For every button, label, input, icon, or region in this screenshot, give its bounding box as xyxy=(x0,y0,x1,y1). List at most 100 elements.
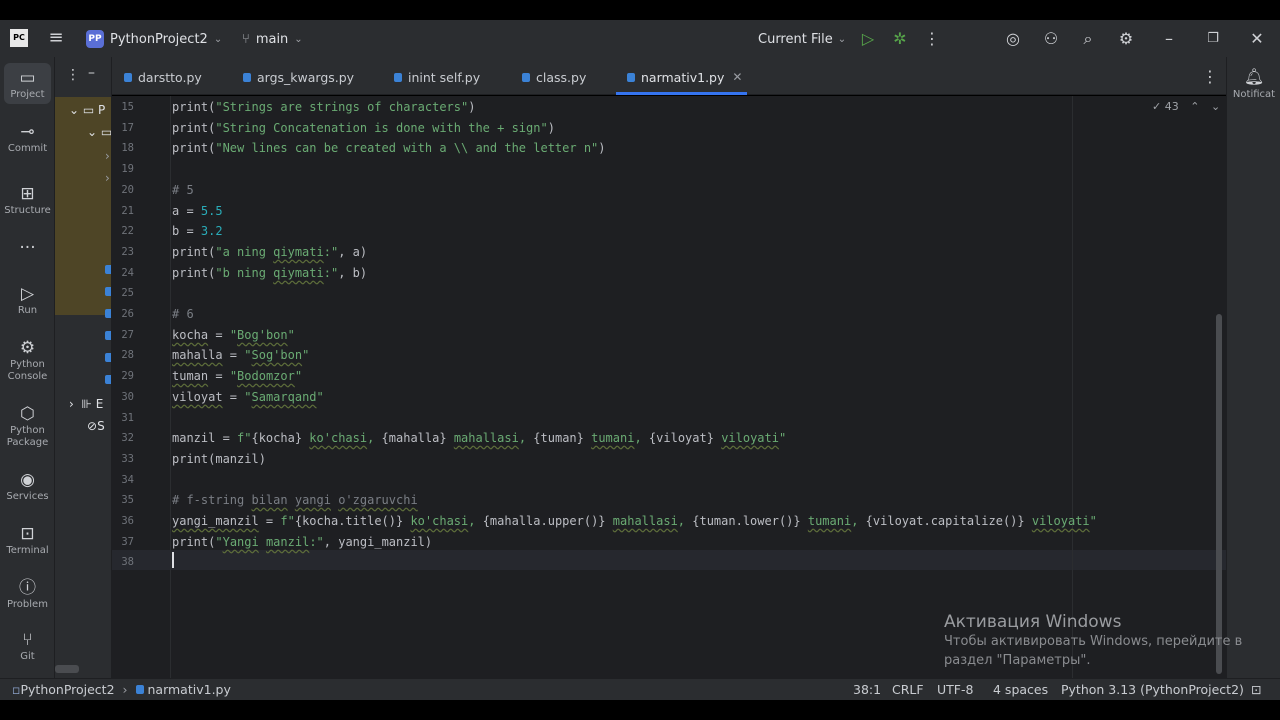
tool-label: Python Console xyxy=(7,359,48,382)
more-actions-icon[interactable]: ⋮ xyxy=(921,28,943,50)
branch-switcher[interactable]: ⑂ main ⌄ xyxy=(242,28,303,50)
code-line: # 5 xyxy=(172,180,194,200)
tree-file[interactable] xyxy=(105,263,111,277)
tool-python-package[interactable]: ⬡ Python Package xyxy=(0,403,55,449)
tool-terminal[interactable]: ⊡ Terminal xyxy=(0,523,55,556)
tree-chevron[interactable]: › xyxy=(105,171,110,185)
chevron-up-icon[interactable]: ⌃ xyxy=(1190,100,1199,113)
tool-commit[interactable]: ⊸ Commit xyxy=(0,121,55,154)
tree-file[interactable] xyxy=(105,329,111,343)
code-line: mahalla = "Sog'bon" xyxy=(172,345,309,365)
python-file-icon xyxy=(105,287,111,296)
watermark-line2: раздел "Параметры". xyxy=(944,653,1091,668)
tool-git[interactable]: ⑂ Git xyxy=(0,629,55,662)
run-config-selector[interactable]: Current File ⌄ xyxy=(758,28,846,50)
code-token: ko'chasi xyxy=(309,431,368,445)
tab-inint-self[interactable]: inint self.py xyxy=(394,67,480,87)
breadcrumb-file[interactable]: narmativ1.py xyxy=(148,682,231,697)
tab-options-icon[interactable]: ⋮ xyxy=(1202,67,1218,86)
code-editor[interactable]: 15 17 18 19 20 21 22 23 24 25 26 27 28 29 30 31 32 33 34 35… xyxy=(112,96,1226,678)
search-icon[interactable]: ⌕ xyxy=(1077,28,1099,50)
code-token: , yangi_manzil) xyxy=(323,535,433,549)
line-number: 32 xyxy=(121,432,134,444)
options-icon[interactable]: ⋮ xyxy=(66,67,80,83)
tab-narmativ1[interactable]: narmativ1.py ✕ xyxy=(627,67,742,87)
project-panel: ⌄ ▭ P ⌄ ▭ D › › › ⊪ E ⊘S xyxy=(55,57,112,678)
minimize-icon[interactable]: – xyxy=(1158,28,1180,50)
close-icon[interactable]: ✕ xyxy=(1246,28,1268,50)
debug-icon[interactable]: ✲ xyxy=(889,28,911,50)
inspection-widget[interactable]: ✓ 43 ⌃ ⌄ xyxy=(1152,100,1220,113)
code-token: Sog'bon xyxy=(251,348,303,362)
python-file-icon xyxy=(105,265,111,274)
status-bar: ▫PythonProject2 › narmativ1.py 38:1 CRLF… xyxy=(0,678,1280,700)
python-interpreter[interactable]: Python 3.13 (PythonProject2) xyxy=(1061,682,1244,697)
horizontal-scrollbar[interactable] xyxy=(55,665,79,673)
main-menu-icon[interactable]: ≡ xyxy=(46,28,66,48)
tool-run[interactable]: ▷ Run xyxy=(0,283,55,316)
git-icon: ⑂ xyxy=(22,630,33,650)
tree-file[interactable] xyxy=(105,351,111,365)
code-line: # 6 xyxy=(172,304,194,324)
tree-row-external[interactable]: › ⊪ E xyxy=(69,397,103,411)
project-badge: PP xyxy=(86,30,104,48)
breadcrumb-project[interactable]: PythonProject2 xyxy=(20,682,114,697)
code-token: tumani xyxy=(807,514,852,528)
code-token: print(manzil) xyxy=(172,452,266,466)
tree-file[interactable] xyxy=(105,307,111,321)
tool-problems[interactable]: ⓘ Problem xyxy=(0,577,55,610)
tab-label: inint self.py xyxy=(408,69,481,85)
code-token: " xyxy=(244,390,252,404)
chevron-down-icon: ⌄ xyxy=(213,33,223,45)
tool-python-console[interactable]: ⚙ Python Console xyxy=(0,337,55,383)
code-token: , xyxy=(634,431,649,445)
git-branch-icon: ⑂ xyxy=(242,31,250,47)
tree-chevron[interactable]: › xyxy=(105,149,110,163)
tree-row-project[interactable]: ⌄ ▭ P xyxy=(69,103,105,117)
tool-services[interactable]: ◉ Services xyxy=(0,469,55,502)
more-tools[interactable]: ··· xyxy=(0,237,55,259)
collapse-icon[interactable]: – xyxy=(88,65,95,81)
tool-structure[interactable]: ⊞ Structure xyxy=(0,183,55,216)
notifications-button[interactable]: 🔔︎ Notificat xyxy=(1227,67,1280,100)
close-tab-icon[interactable]: ✕ xyxy=(732,70,742,84)
ai-assistant-icon[interactable]: ◎ xyxy=(1002,28,1024,50)
code-token: {kocha.title()} xyxy=(294,514,404,528)
tab-class[interactable]: class.py xyxy=(522,67,586,87)
file-encoding[interactable]: UTF-8 xyxy=(937,682,973,697)
code-token: a = xyxy=(172,204,201,218)
chevron-down-icon[interactable]: ⌄ xyxy=(1211,100,1220,113)
python-console-icon: ⚙ xyxy=(19,338,36,358)
line-number: 37 xyxy=(121,536,134,548)
add-user-icon[interactable]: ⚇ xyxy=(1040,28,1062,50)
caret-position[interactable]: 38:1 xyxy=(853,682,881,697)
right-tool-strip: 🔔︎ Notificat xyxy=(1226,57,1280,678)
tool-project[interactable]: ▭ Project xyxy=(4,63,51,104)
tree-row-dir[interactable]: ⌄ ▭ D xyxy=(87,125,111,139)
restore-icon[interactable]: ❐ xyxy=(1202,28,1224,50)
tab-darstto[interactable]: darstto.py xyxy=(124,67,202,87)
lock-icon[interactable]: ⊡ xyxy=(1251,682,1261,697)
tree-file[interactable] xyxy=(105,373,111,387)
code-token: mahallasi xyxy=(453,431,519,445)
tree-label: P xyxy=(98,103,106,117)
run-icon[interactable]: ▷ xyxy=(857,28,879,50)
code-token: {tuman.lower()} xyxy=(692,514,801,528)
watermark-line1: Чтобы активировать Windows, перейдите в xyxy=(944,634,1243,649)
line-number: 15 xyxy=(121,101,134,113)
indent-setting[interactable]: 4 spaces xyxy=(993,682,1048,697)
code-token: = xyxy=(208,369,230,383)
line-number: 26 xyxy=(121,308,134,320)
line-separator[interactable]: CRLF xyxy=(892,682,924,697)
tab-args-kwargs[interactable]: args_kwargs.py xyxy=(243,67,354,87)
settings-gear-icon[interactable]: ⚙ xyxy=(1115,28,1137,50)
tool-label: Git xyxy=(20,651,35,662)
project-switcher[interactable]: PP PythonProject2 ⌄ xyxy=(86,28,222,50)
tree-row-scratches[interactable]: ⊘S xyxy=(87,419,105,433)
line-number: 28 xyxy=(121,349,134,361)
tree-file[interactable] xyxy=(105,285,111,299)
tab-label: args_kwargs.py xyxy=(257,69,355,85)
